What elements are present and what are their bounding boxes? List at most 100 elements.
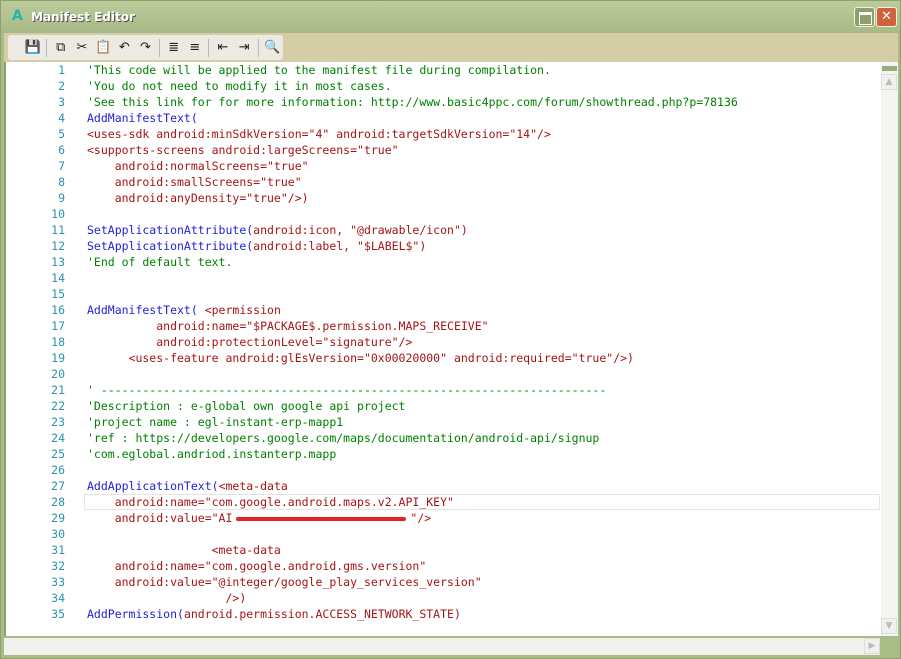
line-text: android:value="@integer/google_play_serv… [87,574,482,590]
app-icon: A [12,8,23,24]
code-line[interactable]: 4 AddManifestText( [4,110,880,126]
close-button[interactable]: ✕ [876,7,897,27]
line-text: 'You do not need to modify it in most ca… [87,78,392,94]
line-number: 5 [58,127,65,141]
line-text: <uses-feature android:glEsVersion="0x000… [87,350,634,366]
code-line[interactable]: 5 <uses-sdk android:minSdkVersion="4" and… [4,126,880,142]
scroll-up-button[interactable]: ▲ [881,74,897,90]
code-line[interactable]: 20 [4,366,880,382]
paste-icon[interactable]: 📋 [93,38,114,58]
line-text: android:name="com.google.android.maps.v2… [87,494,454,510]
horizontal-scrollbar[interactable]: ▶ [4,638,880,655]
code-line[interactable]: 35 AddPermission(android.permission.ACCES… [4,606,880,622]
code-line[interactable]: 16 AddManifestText( <permission [4,302,880,318]
code-line[interactable]: 25 'com.eglobal.andriod.instanterp.mapp [4,446,880,462]
code-line[interactable]: 22 'Description : e-global own google api… [4,398,880,414]
code-line[interactable]: 19 <uses-feature android:glEsVersion="0x… [4,350,880,366]
code-line[interactable]: 17 android:name="$PACKAGE$.permission.MA… [4,318,880,334]
code-token: SetApplicationAttribute( [87,239,254,253]
line-number: 8 [58,175,65,189]
uncomment-icon[interactable]: ≡ [184,38,205,58]
code-line[interactable]: 30 [4,526,880,542]
indent-icon[interactable]: ⇥ [234,38,255,58]
redo-icon[interactable]: ↷ [135,38,156,58]
copy-icon[interactable]: ⧉ [50,38,71,58]
code-line[interactable]: 21 ' ------------------------------------… [4,382,880,398]
code-line[interactable]: 33 android:value="@integer/google_play_s… [4,574,880,590]
code-line[interactable]: 7 android:normalScreens="true" [4,158,880,174]
line-number: 28 [51,495,65,509]
scroll-down-button[interactable]: ▼ [881,618,897,634]
line-text: 'See this link for for more information:… [87,94,738,110]
code-token: AddManifestText( [87,303,205,317]
code-line[interactable]: 1 'This code will be applied to the manif… [4,62,880,78]
scroll-thumb[interactable] [882,66,897,71]
line-text: SetApplicationAttribute(android:label, "… [87,238,426,254]
comment-icon[interactable]: ≣ [163,38,184,58]
line-number: 22 [51,399,65,413]
line-number: 15 [51,287,65,301]
code-line[interactable]: 18 android:protectionLevel="signature"/> [4,334,880,350]
line-number: 19 [51,351,65,365]
line-number: 1 [58,63,65,77]
code-token: android:normalScreens="true" [87,159,309,173]
code-token: 'project name : egl-instant-erp-mapp1 [87,415,344,429]
maximize-button[interactable] [854,7,875,27]
code-line[interactable]: 31 <meta-data [4,542,880,558]
code-line[interactable]: 28 android:name="com.google.android.maps… [4,494,880,510]
scroll-right-button[interactable]: ▶ [864,638,880,654]
code-line[interactable]: 12 SetApplicationAttribute(android:label,… [4,238,880,254]
code-token: 'This code will be applied to the manife… [87,63,551,77]
line-text: 'ref : https://developers.google.com/map… [87,430,599,446]
line-number: 34 [51,591,65,605]
code-token: <meta-data [87,543,281,557]
line-text: <supports-screens android:largeScreens="… [87,142,399,158]
code-line[interactable]: 15 [4,286,880,302]
line-text: SetApplicationAttribute(android:icon, "@… [87,222,468,238]
toolbar-separator [159,38,161,57]
code-line[interactable]: 13 'End of default text. [4,254,880,270]
line-number: 20 [51,367,65,381]
vertical-scrollbar[interactable]: ▲ ▼ [881,62,898,636]
search-icon[interactable]: 🔍 [262,38,283,58]
line-text: android:protectionLevel="signature"/> [87,334,412,350]
code-token: "/> [410,511,432,525]
line-number: 17 [51,319,65,333]
code-line[interactable]: 27 AddApplicationText(<meta-data [4,478,880,494]
code-token: SetApplicationAttribute( [87,223,254,237]
code-line[interactable]: 11 SetApplicationAttribute(android:icon, … [4,222,880,238]
code-line[interactable]: 10 [4,206,880,222]
line-text: 'This code will be applied to the manife… [87,62,551,78]
window-title: Manifest Editor [31,10,135,24]
line-number: 13 [51,255,65,269]
toolbar: 💾 ⧉ ✂ 📋 ↶ ↷ ≣ ≡ ⇤ ⇥ 🔍 [8,35,283,60]
undo-icon[interactable]: ↶ [114,38,135,58]
code-line[interactable]: 9 android:anyDensity="true"/>) [4,190,880,206]
code-line[interactable]: 8 android:smallScreens="true" [4,174,880,190]
outdent-icon[interactable]: ⇤ [212,38,233,58]
code-token: <permission [204,303,281,317]
code-token: android:protectionLevel="signature"/> [87,335,413,349]
code-line[interactable]: 29 android:value="AI "/> [4,510,880,526]
code-line[interactable]: 2 'You do not need to modify it in most c… [4,78,880,94]
code-token: AddApplicationText( [87,479,219,493]
save-icon[interactable]: 💾 [22,38,43,58]
code-line[interactable]: 14 [4,270,880,286]
code-line[interactable]: 3 'See this link for for more information… [4,94,880,110]
code-line[interactable]: 24 'ref : https://developers.google.com/m… [4,430,880,446]
line-text: android:name="$PACKAGE$.permission.MAPS_… [87,318,488,334]
line-text: android:smallScreens="true" [87,174,302,190]
line-number: 4 [58,111,65,125]
toolbar-separator [208,38,210,57]
code-line[interactable]: 6 <supports-screens android:largeScreens=… [4,142,880,158]
code-line[interactable]: 32 android:name="com.google.android.gms.… [4,558,880,574]
code-line[interactable]: 23 'project name : egl-instant-erp-mapp1 [4,414,880,430]
code-editor[interactable]: 1 'This code will be applied to the manif… [4,62,898,636]
code-line[interactable]: 34 />) [4,590,880,606]
line-number: 11 [51,223,65,237]
manifest-editor-window: A Manifest Editor ✕ 💾 ⧉ ✂ 📋 ↶ ↷ ≣ ≡ ⇤ ⇥ 🔍 1 'This c… [0,0,901,659]
code-line[interactable]: 26 [4,462,880,478]
cut-icon[interactable]: ✂ [71,38,92,58]
title-bar[interactable]: A Manifest Editor ✕ [1,1,900,33]
code-token: android:label, "$LABEL$") [253,239,427,253]
